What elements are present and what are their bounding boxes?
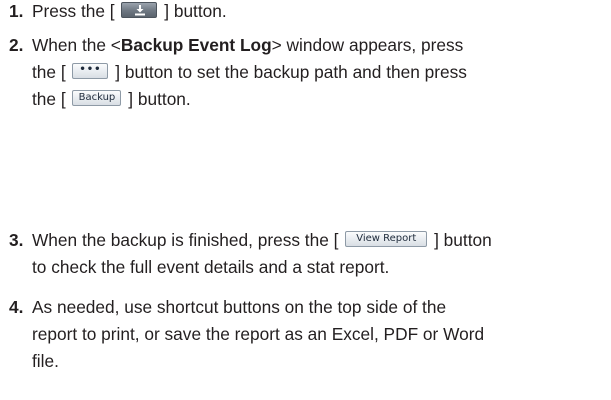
view-report-button[interactable]: View Report (345, 231, 428, 248)
step-number: 2. (9, 35, 24, 55)
step-text: ] button to set the backup path and then… (115, 62, 467, 82)
step-3: 3. When the backup is finished, press th… (9, 227, 607, 281)
step-text: ] button. (128, 89, 191, 109)
step-text: As needed, use shortcut buttons on the t… (32, 297, 447, 317)
step-text: report to print, or save the report as a… (32, 324, 485, 344)
step-2: 2. When the <Backup Event Log> window ap… (9, 32, 607, 113)
step-text: When the backup is finished, press the [ (32, 230, 339, 250)
step-text: ] button. (164, 1, 227, 21)
download-button[interactable] (121, 2, 158, 19)
backup-button[interactable]: Backup (72, 90, 122, 107)
step-text: When the < (32, 35, 121, 55)
step-text: ] button (434, 230, 492, 250)
step-text: Press the [ (32, 1, 115, 21)
step-text: > window appears, press (271, 35, 464, 55)
step-text: the [ (32, 89, 66, 109)
step-number: 1. (9, 1, 24, 21)
step-text: the [ (32, 62, 66, 82)
step-1: 1. Press the [ ] button. (9, 0, 607, 25)
window-name: Backup Event Log (120, 35, 272, 55)
step-text: file. (32, 351, 59, 371)
download-icon (135, 5, 146, 16)
step-number: 4. (9, 297, 24, 317)
browse-button[interactable]: ••• (72, 63, 109, 80)
step-text: to check the full event details and a st… (32, 257, 390, 277)
step-number: 3. (9, 230, 24, 250)
step-4: 4. As needed, use shortcut buttons on th… (9, 294, 607, 375)
